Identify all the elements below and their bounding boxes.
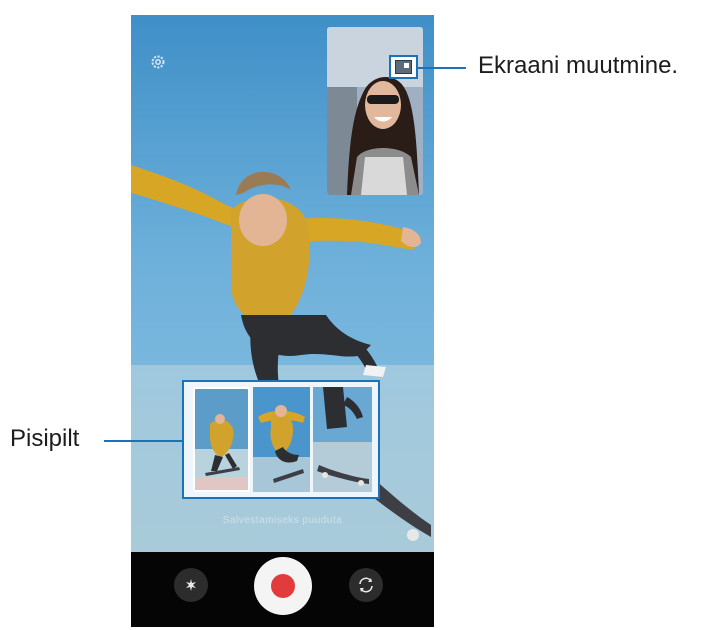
front-camera-photo — [327, 27, 423, 195]
swap-screen-icon — [395, 60, 412, 74]
preview-caption: Salvestamiseks puuduta — [222, 515, 343, 526]
front-camera-pip[interactable] — [327, 27, 423, 195]
gear-icon[interactable] — [150, 54, 166, 70]
thumbnail-item[interactable] — [193, 387, 250, 492]
left-callout-label: Pisipilt — [10, 425, 80, 452]
record-dot-icon — [271, 574, 295, 598]
thumbnail-item[interactable] — [313, 387, 372, 492]
camera-screen: Salvestamiseks puuduta — [131, 15, 434, 627]
switch-camera-icon — [359, 577, 373, 593]
switch-camera-button[interactable] — [349, 568, 383, 602]
left-callout-line — [104, 440, 183, 442]
sparkle-icon — [186, 579, 196, 591]
shutter-bar — [131, 552, 434, 627]
top-callout-line — [418, 67, 466, 69]
effects-button[interactable] — [174, 568, 208, 602]
top-callout-label: Ekraani muutmine. — [478, 52, 679, 79]
swap-screen-button[interactable] — [389, 55, 418, 79]
record-button[interactable] — [254, 557, 312, 615]
thumbnail-strip[interactable] — [182, 380, 380, 499]
thumbnail-item[interactable] — [253, 387, 310, 492]
